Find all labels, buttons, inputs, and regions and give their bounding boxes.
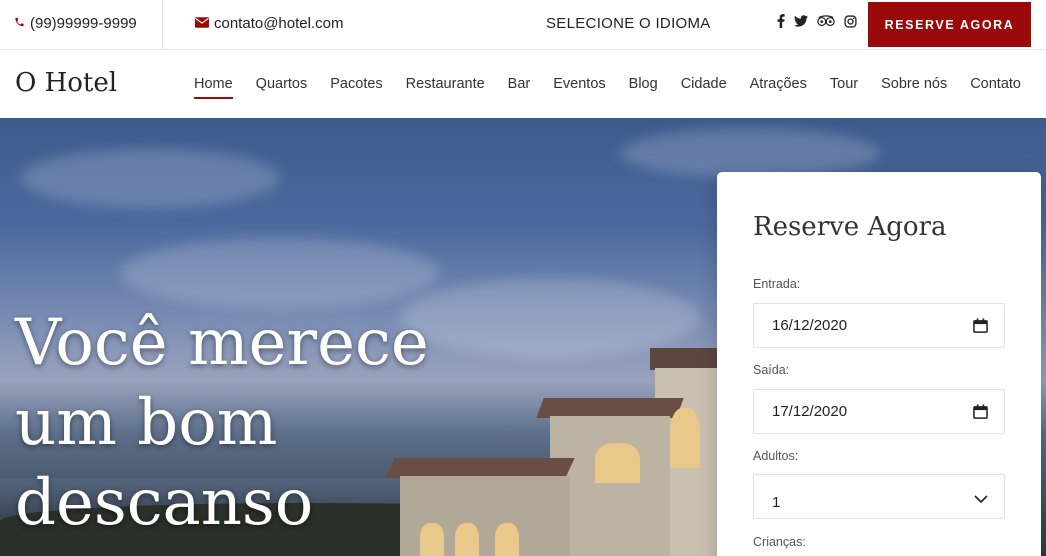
checkout-date-value: 17/12/2020 [772, 403, 848, 420]
social-links [777, 14, 857, 28]
checkout-label: Saída: [753, 363, 790, 377]
booking-title: Reserve Agora [753, 212, 947, 242]
cloud [20, 148, 280, 208]
hero-headline: Você merece um bom descanso [15, 303, 535, 543]
cloud [120, 238, 440, 308]
email-contact[interactable]: contato@hotel.com [195, 15, 343, 32]
nav-item-eventos[interactable]: Eventos [553, 76, 605, 98]
hero-headline-line: Você merece [15, 306, 429, 380]
nav-item-tour[interactable]: Tour [830, 76, 858, 98]
nav-item-blog[interactable]: Blog [629, 76, 658, 98]
hero-headline-line: descanso [15, 466, 314, 540]
calendar-icon[interactable] [973, 404, 988, 423]
checkout-date-field[interactable]: 17/12/2020 [753, 389, 1005, 434]
facebook-icon[interactable] [777, 14, 785, 28]
tripadvisor-icon[interactable] [817, 15, 835, 27]
site-logo[interactable]: O Hotel [15, 68, 117, 98]
nav-item-bar[interactable]: Bar [508, 76, 531, 98]
nav-item-pacotes[interactable]: Pacotes [330, 76, 382, 98]
checkin-date-field[interactable]: 16/12/2020 [753, 303, 1005, 348]
nav-item-contato[interactable]: Contato [970, 76, 1021, 98]
nav-item-cidade[interactable]: Cidade [681, 76, 727, 98]
checkin-label: Entrada: [753, 277, 801, 291]
checkin-date-value: 16/12/2020 [772, 317, 848, 334]
chevron-down-icon [974, 491, 988, 508]
nav-item-home[interactable]: Home [193, 76, 233, 99]
top-bar: (99)99999-9999 contato@hotel.com SELECIO… [0, 0, 1046, 50]
envelope-icon [195, 15, 209, 32]
reserve-now-button[interactable]: RESERVE AGORA [868, 2, 1031, 47]
children-label: Crianças: [753, 535, 806, 549]
phone-contact[interactable]: (99)99999-9999 [14, 15, 137, 32]
hero-headline-line: um bom [15, 386, 278, 460]
nav-item-sobre-nos[interactable]: Sobre nós [881, 76, 947, 98]
adults-select[interactable]: 1 [753, 474, 1005, 519]
main-header: O Hotel Home Quartos Pacotes Restaurante… [0, 50, 1046, 118]
adults-label: Adultos: [753, 449, 799, 463]
calendar-icon[interactable] [973, 318, 988, 337]
nav-item-atracoes[interactable]: Atrações [750, 76, 807, 98]
cloud [620, 128, 880, 178]
divider [162, 0, 163, 49]
twitter-icon[interactable] [794, 15, 808, 27]
phone-number: (99)99999-9999 [30, 15, 137, 32]
phone-icon [14, 15, 25, 32]
booking-panel: Reserve Agora Entrada: 16/12/2020 Saída:… [717, 172, 1041, 556]
email-address: contato@hotel.com [214, 15, 344, 32]
main-nav: Home Quartos Pacotes Restaurante Bar Eve… [171, 76, 1021, 99]
instagram-icon[interactable] [844, 14, 857, 28]
nav-item-quartos[interactable]: Quartos [256, 76, 308, 98]
language-selector[interactable]: SELECIONE O IDIOMA [546, 15, 711, 32]
nav-item-restaurante[interactable]: Restaurante [406, 76, 485, 98]
adults-value: 1 [772, 494, 781, 511]
